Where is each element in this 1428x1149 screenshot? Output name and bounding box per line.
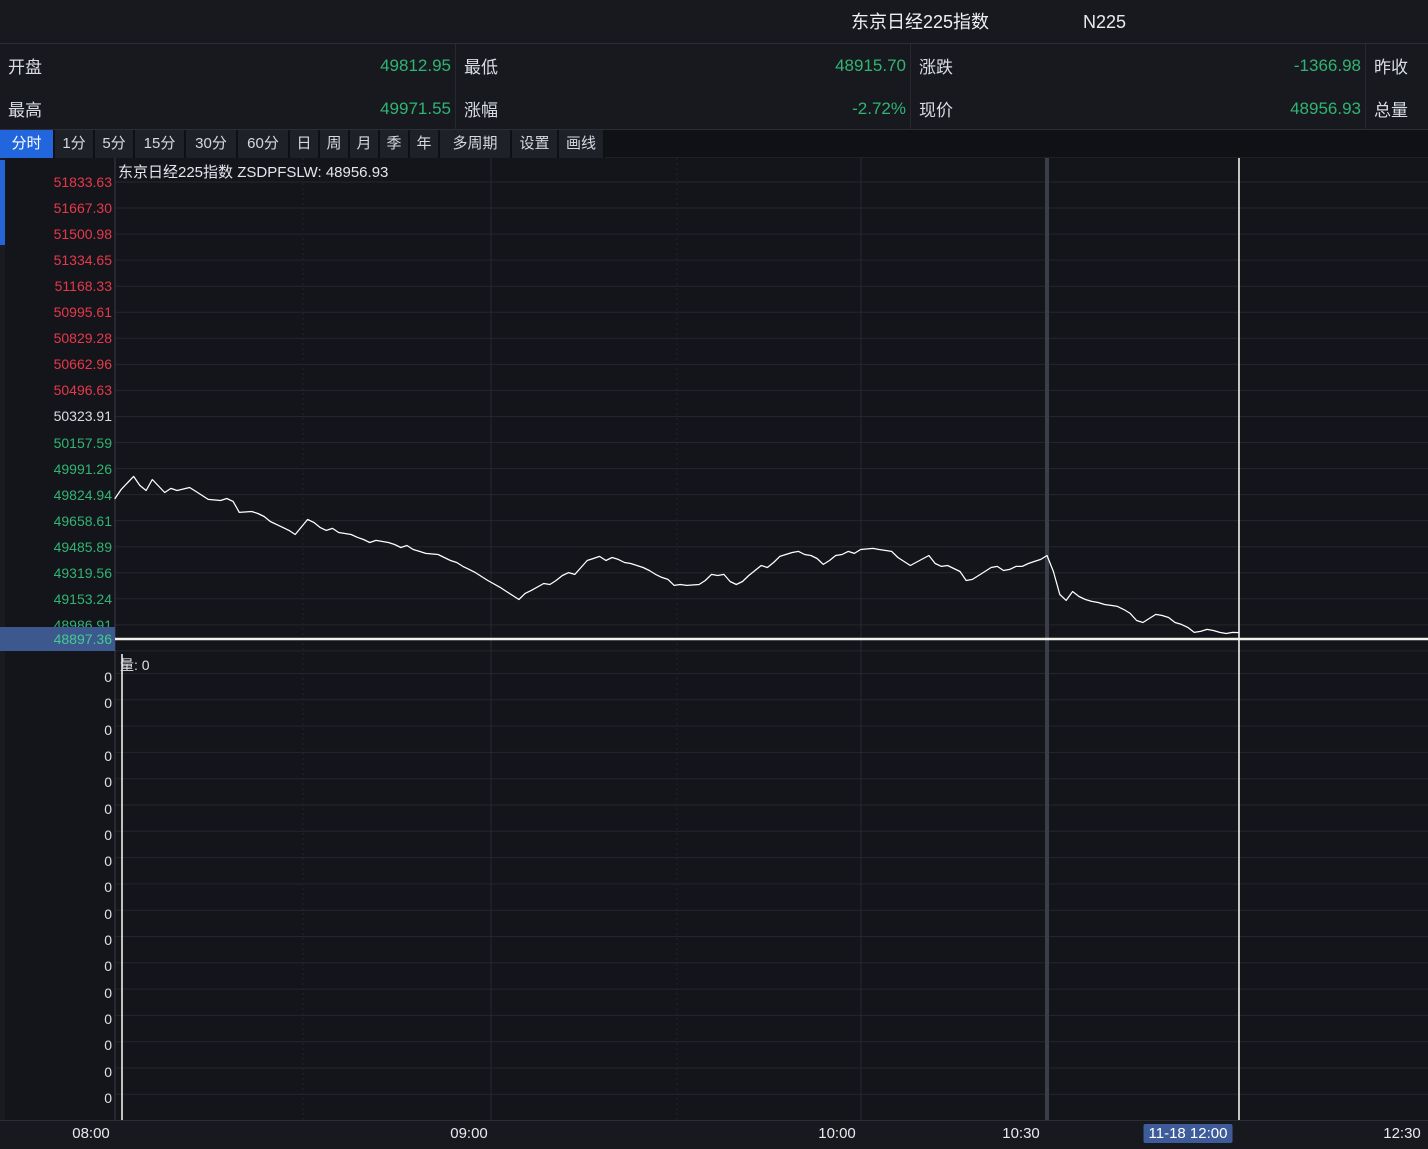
price-axis-label: 50323.91 (0, 408, 112, 424)
time-axis: 08:00 09:00 10:00 10:30 11-18 12:00 12:30 (0, 1120, 1428, 1149)
price-axis-label: 49485.89 (0, 539, 112, 555)
volume-axis-label: 0 (0, 906, 112, 922)
volume-axis-label: 0 (0, 801, 112, 817)
time-axis-label: 12:30 (1383, 1125, 1421, 1142)
price-axis-label: 49153.24 (0, 591, 112, 607)
stat-total-volume: 总量 (1366, 87, 1428, 130)
volume-indicator-label: 量: 0 (120, 655, 150, 675)
volume-axis-label: 0 (0, 827, 112, 843)
price-axis-label: 50157.59 (0, 435, 112, 451)
stat-open-value: 49812.95 (380, 56, 451, 76)
stat-last-price-value: 48956.93 (1290, 99, 1361, 119)
period-tab-周[interactable]: 周 (320, 130, 350, 158)
stat-change-pct-value: -2.72% (852, 99, 906, 119)
period-tab-画线[interactable]: 画线 (559, 130, 605, 158)
stat-prev-close-label: 昨收 (1374, 53, 1408, 78)
period-tab-季[interactable]: 季 (380, 130, 410, 158)
stat-change-pct: 涨幅 -2.72% (456, 87, 911, 130)
price-volume-chart[interactable]: 东京日经225指数 ZSDPFSLW: 48956.93 51833.63 516… (0, 158, 1428, 1149)
stat-change: 涨跌 -1366.98 (911, 44, 1366, 87)
volume-axis-label: 0 (0, 958, 112, 974)
quote-stats-panel: 开盘 49812.95 最低 48915.70 涨跌 -1366.98 昨收 最… (0, 44, 1428, 130)
period-tab-1分[interactable]: 1分 (55, 130, 95, 158)
chart-overlay-title: 东京日经225指数 ZSDPFSLW: 48956.93 (118, 161, 388, 182)
price-axis-label: 50662.96 (0, 356, 112, 372)
period-toolbar: 分时1分5分15分30分60分日周月季年多周期设置画线 (0, 130, 1428, 158)
price-axis-label: 50829.28 (0, 330, 112, 346)
crosshair-time-label: 11-18 12:00 (1144, 1124, 1233, 1143)
volume-axis-label: 0 (0, 722, 112, 738)
stat-change-pct-label: 涨幅 (464, 96, 498, 121)
period-tab-30分[interactable]: 30分 (186, 130, 238, 158)
stat-total-volume-label: 总量 (1374, 96, 1408, 121)
volume-axis-label: 0 (0, 932, 112, 948)
volume-axis-label: 0 (0, 1064, 112, 1080)
price-axis-label: 51833.63 (0, 174, 112, 190)
price-axis-label: 49319.56 (0, 565, 112, 581)
instrument-symbol: N225 (1083, 0, 1126, 44)
price-axis-label: 51334.65 (0, 252, 112, 268)
stat-high-label: 最高 (8, 96, 42, 121)
period-tab-15分[interactable]: 15分 (135, 130, 186, 158)
volume-axis-label: 0 (0, 669, 112, 685)
stat-low-value: 48915.70 (835, 56, 906, 76)
price-axis-label: 49991.26 (0, 461, 112, 477)
period-tab-日[interactable]: 日 (290, 130, 320, 158)
instrument-name: 东京日经225指数 (851, 0, 989, 44)
price-axis-label: 49824.94 (0, 487, 112, 503)
stat-high: 最高 49971.55 (0, 87, 456, 130)
period-tab-5分[interactable]: 5分 (95, 130, 135, 158)
period-tab-分时[interactable]: 分时 (0, 130, 55, 158)
price-axis-label: 50496.63 (0, 382, 112, 398)
time-axis-label: 10:30 (1002, 1125, 1040, 1142)
volume-axis-label: 0 (0, 853, 112, 869)
trading-terminal-window: 东京日经225指数 N225 开盘 49812.95 最低 48915.70 涨… (0, 0, 1428, 1149)
stat-last-price-label: 现价 (919, 96, 953, 121)
stat-low: 最低 48915.70 (456, 44, 911, 87)
volume-axis-label: 0 (0, 1037, 112, 1053)
stat-change-value: -1366.98 (1294, 56, 1361, 76)
crosshair-price-label: 48897.36 (0, 627, 115, 651)
volume-axis-label: 0 (0, 1090, 112, 1106)
volume-axis-label: 0 (0, 748, 112, 764)
stat-prev-close: 昨收 (1366, 44, 1428, 87)
stat-high-value: 49971.55 (380, 99, 451, 119)
stat-low-label: 最低 (464, 53, 498, 78)
price-axis-label: 49658.61 (0, 513, 112, 529)
volume-axis-label: 0 (0, 774, 112, 790)
stat-open-label: 开盘 (8, 53, 42, 78)
period-tab-设置[interactable]: 设置 (512, 130, 559, 158)
price-axis-label: 51168.33 (0, 278, 112, 294)
period-tab-多周期[interactable]: 多周期 (440, 130, 512, 158)
stat-last-price: 现价 48956.93 (911, 87, 1366, 130)
volume-axis-label: 0 (0, 695, 112, 711)
time-axis-label: 09:00 (450, 1125, 488, 1142)
volume-axis-label: 0 (0, 879, 112, 895)
period-tab-60分[interactable]: 60分 (238, 130, 290, 158)
time-axis-label: 10:00 (818, 1125, 856, 1142)
volume-axis-label: 0 (0, 985, 112, 1001)
time-axis-label: 08:00 (72, 1125, 110, 1142)
price-axis-label: 51500.98 (0, 226, 112, 242)
price-axis-label: 51667.30 (0, 200, 112, 216)
volume-axis-label: 0 (0, 1011, 112, 1027)
period-tab-年[interactable]: 年 (410, 130, 440, 158)
price-axis-label: 50995.61 (0, 304, 112, 320)
title-bar: 东京日经225指数 N225 (0, 0, 1428, 44)
period-tab-月[interactable]: 月 (350, 130, 380, 158)
stat-change-label: 涨跌 (919, 53, 953, 78)
stat-open: 开盘 49812.95 (0, 44, 456, 87)
chart-canvas[interactable] (0, 158, 1428, 1120)
